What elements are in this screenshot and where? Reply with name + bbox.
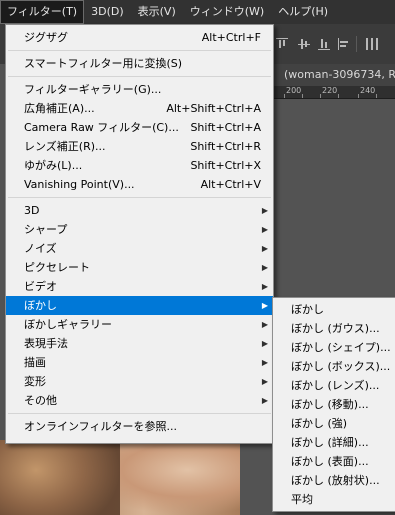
menu-item-label: 変形: [24, 375, 46, 388]
menu-item-distort[interactable]: 変形 ▶: [6, 372, 273, 391]
submenu-item-smart-blur[interactable]: ぼかし (詳細)...: [273, 433, 395, 452]
menu-item-lens-correction[interactable]: レンズ補正(R)... Shift+Ctrl+R: [6, 137, 273, 156]
menu-item-label: シャープ: [24, 223, 68, 236]
menu-item-3d[interactable]: 3D ▶: [6, 201, 273, 220]
menu-item-label: フィルターギャラリー(G)...: [24, 83, 162, 96]
menu-item-filter-gallery[interactable]: フィルターギャラリー(G)...: [6, 80, 273, 99]
submenu-item-lens-blur[interactable]: ぼかし (レンズ)...: [273, 376, 395, 395]
photo-hair-region: [0, 440, 120, 515]
menu-item-label: ノイズ: [24, 242, 57, 255]
menu-item-label: Camera Raw フィルター(C)...: [24, 121, 179, 134]
menu-item-shortcut: Alt+Ctrl+F: [201, 31, 261, 44]
menu-item-label: その他: [24, 394, 57, 407]
menu-item-label: オンラインフィルターを参照...: [24, 420, 177, 433]
submenu-item-surface-blur[interactable]: ぼかし (表面)...: [273, 452, 395, 471]
submenu-arrow-icon: ▶: [261, 282, 268, 291]
filter-menu: ジグザグ Alt+Ctrl+F スマートフィルター用に変換(S) フィルターギャ…: [5, 24, 274, 444]
menu-filter[interactable]: フィルター(T): [0, 0, 85, 24]
submenu-arrow-icon: ▶: [261, 263, 268, 272]
submenu-item-radial-blur[interactable]: ぼかし (放射状)...: [273, 471, 395, 490]
submenu-arrow-icon: ▶: [261, 320, 268, 329]
menu-item-label: 広角補正(A)...: [24, 102, 95, 115]
menu-item-other[interactable]: その他 ▶: [6, 391, 273, 410]
align-top-icon[interactable]: [276, 38, 288, 50]
blur-submenu: ぼかし ぼかし (ガウス)... ぼかし (シェイプ)... ぼかし (ボックス…: [272, 297, 395, 512]
ruler-label: 200: [286, 86, 302, 95]
menu-item-pixelate[interactable]: ピクセレート ▶: [6, 258, 273, 277]
menu-item-label: ジグザグ: [24, 31, 68, 44]
menu-item-video[interactable]: ビデオ ▶: [6, 277, 273, 296]
submenu-arrow-icon: ▶: [261, 396, 268, 405]
submenu-item-average[interactable]: 平均: [273, 490, 395, 509]
menu-item-blur[interactable]: ぼかし ▶: [6, 296, 273, 315]
menu-separator: [8, 76, 271, 77]
submenu-item-motion-blur[interactable]: ぼかし (移動)...: [273, 395, 395, 414]
menu-3d[interactable]: 3D(D): [84, 0, 131, 24]
menu-separator: [8, 50, 271, 51]
submenu-arrow-icon: ▶: [261, 358, 268, 367]
canvas-image[interactable]: [0, 440, 240, 515]
menu-item-adaptive-wide-angle[interactable]: 広角補正(A)... Alt+Shift+Ctrl+A: [6, 99, 273, 118]
document-tab[interactable]: (woman-3096734, RC: [270, 64, 395, 86]
ruler-label: 220: [322, 86, 338, 95]
submenu-item-box-blur[interactable]: ぼかし (ボックス)...: [273, 357, 395, 376]
submenu-arrow-icon: ▶: [261, 206, 268, 215]
menu-help[interactable]: ヘルプ(H): [271, 0, 335, 24]
menu-item-label: レンズ補正(R)...: [24, 140, 106, 153]
menu-item-camera-raw[interactable]: Camera Raw フィルター(C)... Shift+Ctrl+A: [6, 118, 273, 137]
menu-item-label: 描画: [24, 356, 46, 369]
menu-item-label: 表現手法: [24, 337, 68, 350]
distribute-icon[interactable]: [366, 38, 378, 50]
submenu-arrow-icon: ▶: [261, 225, 268, 234]
horizontal-ruler: 200 220 240: [270, 86, 395, 99]
menu-item-noise[interactable]: ノイズ ▶: [6, 239, 273, 258]
align-bottom-icon[interactable]: [318, 38, 330, 50]
menu-item-label: ピクセレート: [24, 261, 90, 274]
menu-item-shortcut: Alt+Ctrl+V: [200, 178, 261, 191]
ruler-label: 240: [360, 86, 376, 95]
menu-item-sharpen[interactable]: シャープ ▶: [6, 220, 273, 239]
menu-item-shortcut: Shift+Ctrl+R: [190, 140, 261, 153]
menu-item-shortcut: Shift+Ctrl+X: [190, 159, 261, 172]
menu-item-vanishing-point[interactable]: Vanishing Point(V)... Alt+Ctrl+V: [6, 175, 273, 194]
align-vertical-center-icon[interactable]: [298, 38, 310, 50]
menu-item-stylize[interactable]: 表現手法 ▶: [6, 334, 273, 353]
menu-item-label: ぼかしギャラリー: [24, 318, 112, 331]
align-left-icon[interactable]: [338, 38, 350, 50]
menu-item-blur-gallery[interactable]: ぼかしギャラリー ▶: [6, 315, 273, 334]
menu-separator: [8, 413, 271, 414]
menu-item-label: ビデオ: [24, 280, 57, 293]
menu-item-label: Vanishing Point(V)...: [24, 178, 135, 191]
submenu-item-blur-more[interactable]: ぼかし (強): [273, 414, 395, 433]
submenu-arrow-icon: ▶: [261, 301, 268, 310]
menu-item-label: 3D: [24, 204, 40, 217]
menu-item-label: ゆがみ(L)...: [24, 159, 83, 172]
submenu-item-shape-blur[interactable]: ぼかし (シェイプ)...: [273, 338, 395, 357]
submenu-item-blur[interactable]: ぼかし: [273, 300, 395, 319]
menu-view[interactable]: 表示(V): [131, 0, 183, 24]
menu-item-browse-filters-online[interactable]: オンラインフィルターを参照...: [6, 417, 273, 436]
submenu-item-gaussian-blur[interactable]: ぼかし (ガウス)...: [273, 319, 395, 338]
menu-item-render[interactable]: 描画 ▶: [6, 353, 273, 372]
menu-item-shortcut: Shift+Ctrl+A: [190, 121, 261, 134]
menu-item-shortcut: Alt+Shift+Ctrl+A: [166, 102, 261, 115]
submenu-arrow-icon: ▶: [261, 339, 268, 348]
menu-item-label: ぼかし: [24, 299, 57, 312]
menu-window[interactable]: ウィンドウ(W): [183, 0, 271, 24]
toolbar-divider: [356, 36, 357, 52]
menu-item-convert-smart-filter[interactable]: スマートフィルター用に変換(S): [6, 54, 273, 73]
menu-separator: [8, 197, 271, 198]
menu-bar: フィルター(T) 3D(D) 表示(V) ウィンドウ(W) ヘルプ(H): [0, 0, 395, 24]
menu-item-zigzag[interactable]: ジグザグ Alt+Ctrl+F: [6, 28, 273, 47]
menu-item-liquify[interactable]: ゆがみ(L)... Shift+Ctrl+X: [6, 156, 273, 175]
menu-item-label: スマートフィルター用に変換(S): [24, 57, 183, 70]
submenu-arrow-icon: ▶: [261, 244, 268, 253]
submenu-arrow-icon: ▶: [261, 377, 268, 386]
